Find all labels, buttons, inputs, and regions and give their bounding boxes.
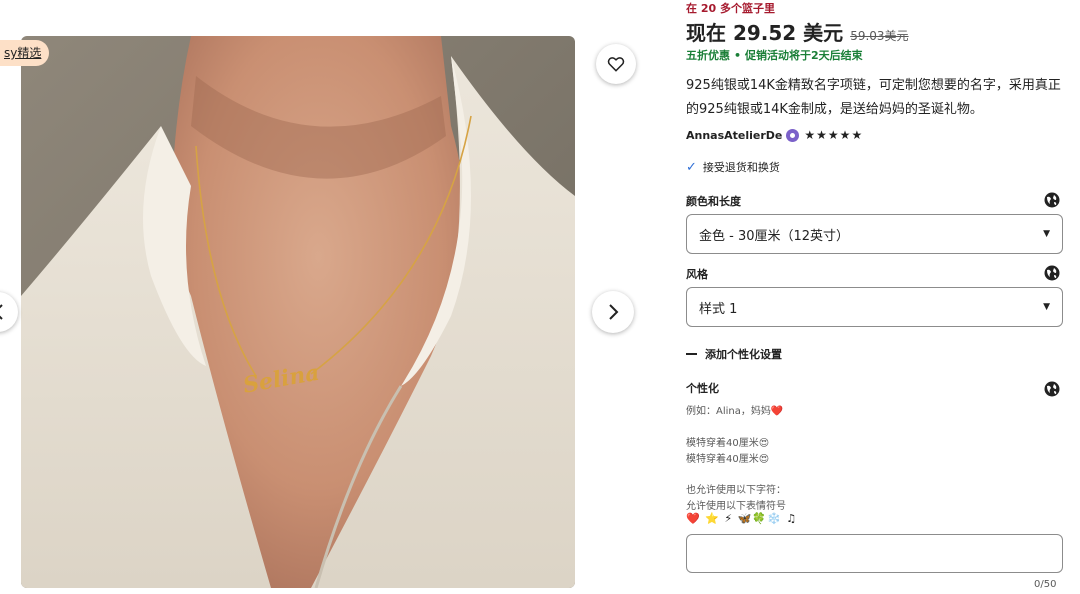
personalization-toggle[interactable]: 添加个性化设置 — [686, 346, 782, 362]
color-length-select[interactable]: 金色 - 30厘米（12英寸） ▼ — [686, 214, 1063, 254]
basket-count-note: 在 20 多个篮子里 — [686, 2, 775, 15]
star-seller-icon — [786, 128, 800, 142]
style-value: 样式 1 — [699, 301, 738, 317]
heart-icon — [607, 57, 625, 72]
personalization-example: 例如：Alina，妈妈❤️ — [686, 406, 784, 417]
chevron-down-icon: ▼ — [1043, 302, 1050, 312]
sale-discount: 五折优惠 — [686, 49, 730, 62]
model-note-1: 模特穿着40厘米😍 — [686, 438, 770, 449]
color-length-value: 金色 - 30厘米（12英寸） — [699, 228, 850, 244]
price-row: 现在 29.52 美元 59.03美元 — [686, 17, 909, 46]
style-select[interactable]: 样式 1 ▼ — [686, 287, 1063, 327]
product-title: 925纯银或14K金精致名字项链，可定制您想要的名字，采用真正的925纯银或14… — [686, 78, 1061, 117]
next-image-button[interactable] — [592, 291, 634, 333]
etsy-pick-badge: sy精选 — [0, 40, 50, 66]
check-icon: ✓ — [686, 159, 697, 175]
previous-image-button[interactable] — [0, 292, 18, 332]
sale-info: 五折优惠 • 促销活动将于2天后结束 — [686, 47, 863, 63]
favorite-button[interactable] — [596, 44, 636, 84]
personalization-title: 个性化 — [686, 382, 719, 395]
sale-ending: 促销活动将于2天后结束 — [745, 49, 863, 62]
allowed-emoji-note: 允许使用以下表情符号 — [686, 501, 786, 512]
necklace-photo: Selina — [21, 36, 575, 588]
rating-stars[interactable]: ★★★★★ — [804, 128, 863, 142]
personalization-toggle-label: 添加个性化设置 — [705, 348, 782, 361]
current-price: 现在 29.52 美元 — [686, 21, 844, 45]
product-main-image[interactable]: Selina — [21, 36, 575, 588]
globe-icon[interactable] — [1043, 264, 1061, 282]
seller-name[interactable]: AnnasAtelierDe — [686, 129, 782, 142]
returns-info: ✓ 接受退货和换货 — [686, 159, 780, 175]
chevron-left-icon — [0, 304, 3, 320]
globe-icon[interactable] — [1043, 191, 1061, 209]
allowed-emoji-list: ❤️ ⭐ ⚡ 🦋🍀❄️ ♫ — [686, 512, 798, 525]
allowed-chars-note: 也允许使用以下字符： — [686, 485, 786, 496]
color-length-label: 颜色和长度 — [686, 195, 741, 208]
style-label: 风格 — [686, 268, 708, 281]
original-price: 59.03美元 — [850, 29, 909, 43]
returns-label: 接受退货和换货 — [702, 161, 780, 174]
character-counter: 0/50 — [1034, 579, 1057, 590]
chevron-down-icon: ▼ — [1043, 229, 1050, 239]
model-note-2: 模特穿着40厘米😍 — [686, 454, 770, 465]
seller-row[interactable]: AnnasAtelierDe ★★★★★ — [686, 128, 863, 142]
personalization-input[interactable] — [686, 534, 1063, 573]
sale-separator: • — [734, 49, 742, 62]
globe-icon[interactable] — [1043, 380, 1061, 398]
minus-icon — [686, 353, 697, 355]
chevron-right-icon — [609, 304, 619, 320]
